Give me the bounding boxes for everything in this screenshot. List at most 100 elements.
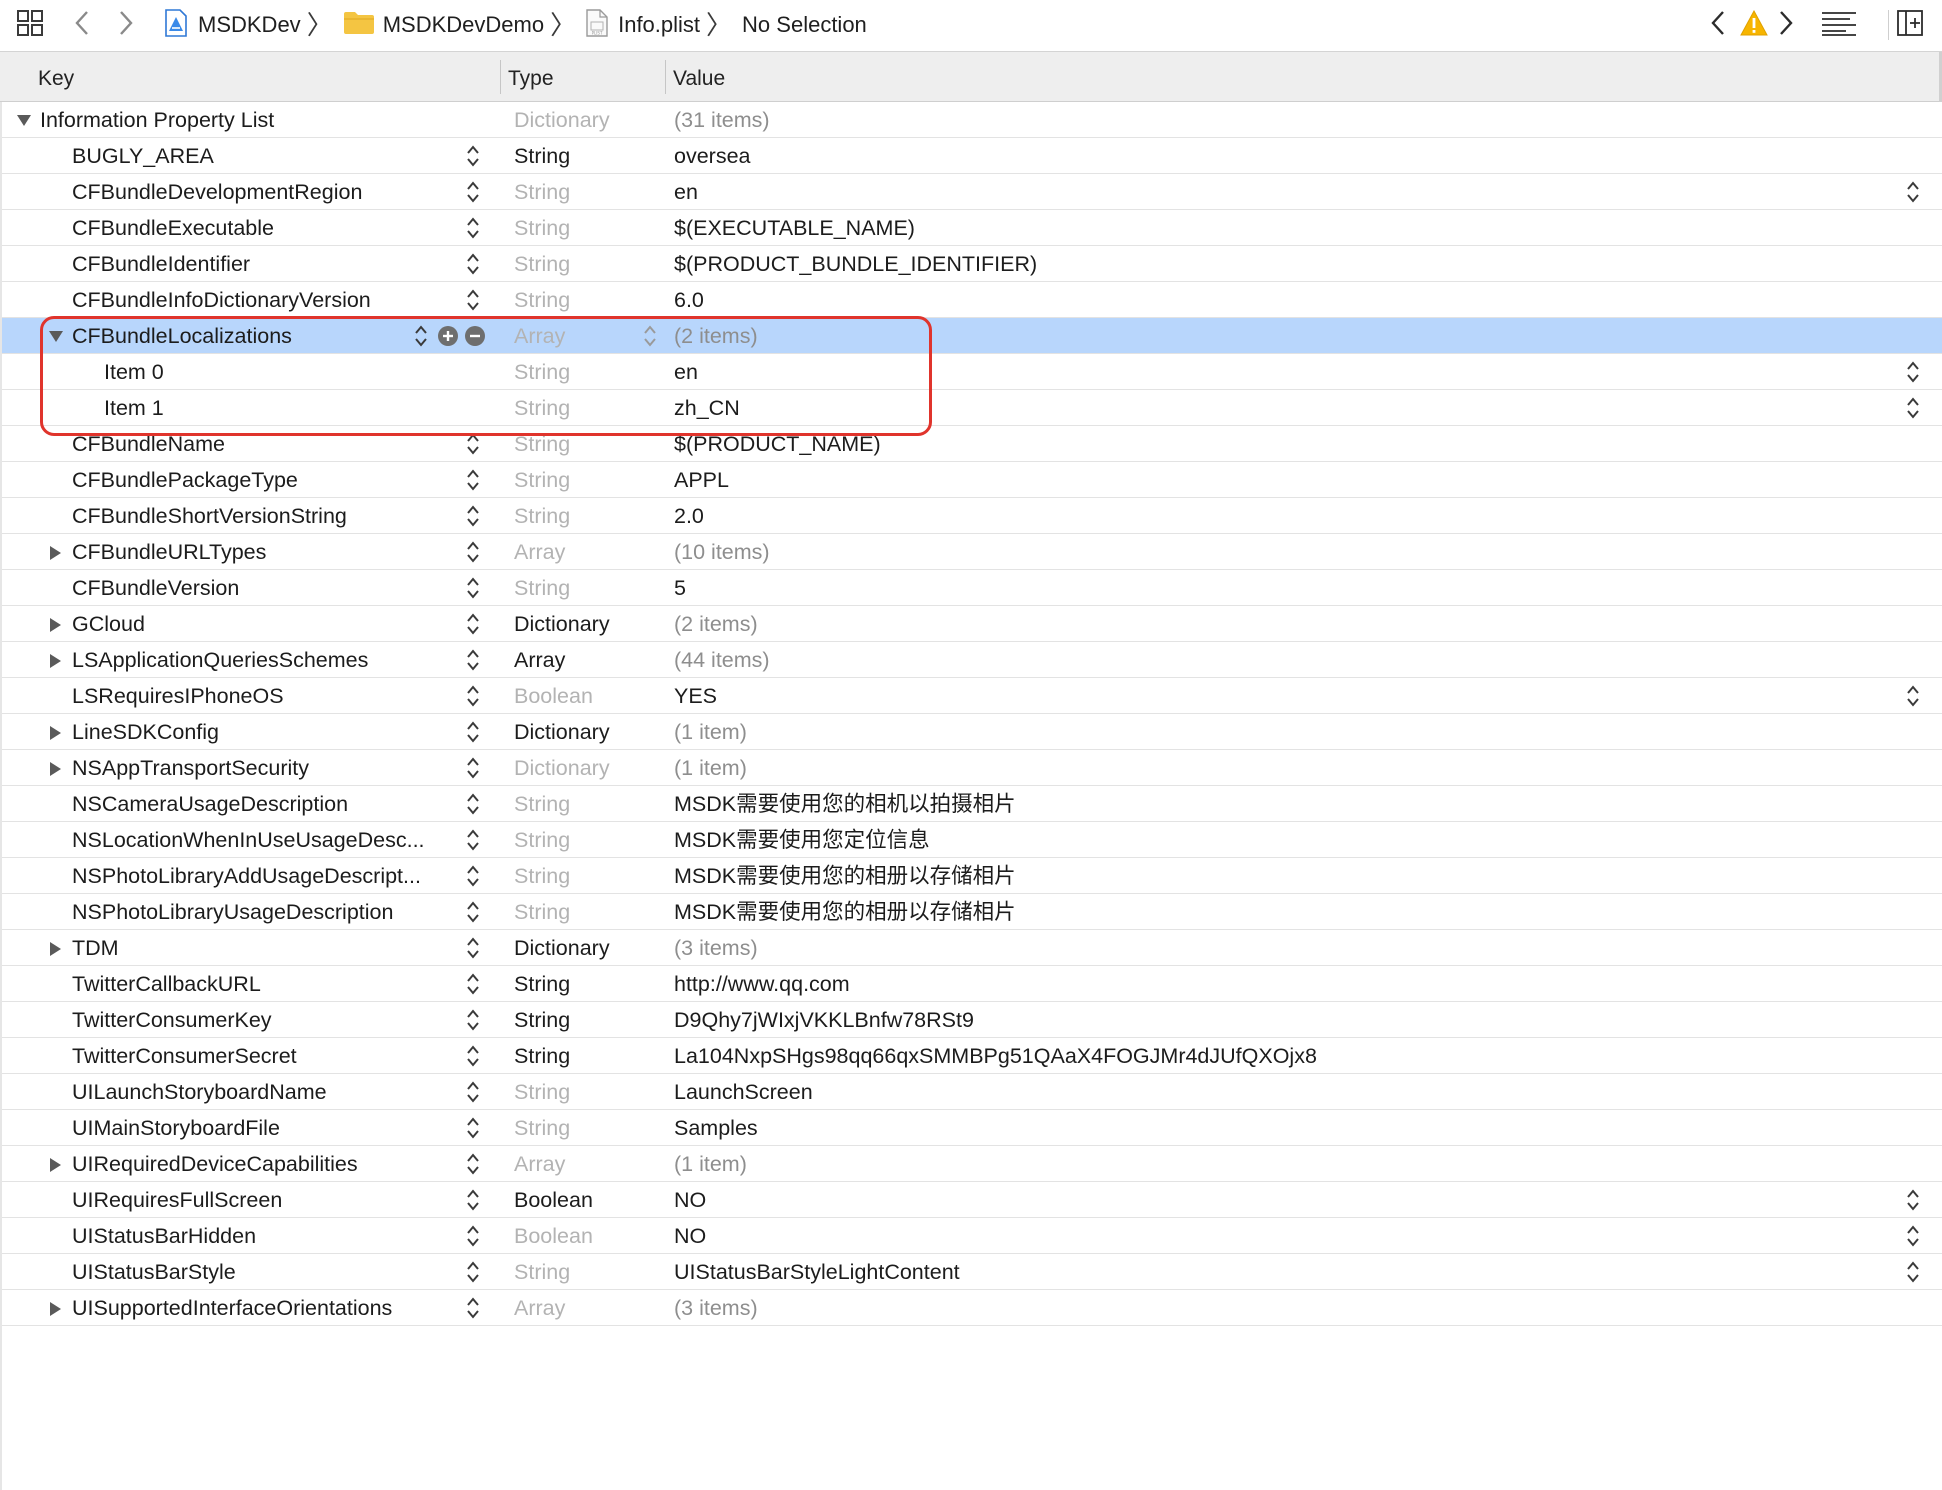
row-key[interactable]: CFBundleVersion — [72, 570, 462, 606]
plist-row[interactable]: TwitterCallbackURL String http://www.qq.co… — [0, 966, 1942, 1002]
row-type[interactable]: String — [514, 1002, 654, 1038]
value-stepper-icon[interactable] — [1906, 1223, 1920, 1249]
add-editor-button[interactable] — [1896, 0, 1924, 50]
row-type[interactable]: String — [514, 894, 654, 930]
row-type[interactable]: String — [514, 822, 654, 858]
plist-row[interactable]: CFBundleExecutable String $(EXECUTABLE_NAM… — [0, 210, 1942, 246]
next-issue-button[interactable] — [1778, 0, 1794, 50]
row-value[interactable]: La104NxpSHgs98qq66qxSMMBPg51QAaX4FOGJMr4… — [674, 1038, 1894, 1074]
row-key[interactable]: CFBundlePackageType — [72, 462, 462, 498]
row-type[interactable]: String — [514, 246, 654, 282]
row-key[interactable]: Item 1 — [104, 390, 494, 426]
key-stepper-icon[interactable] — [466, 755, 480, 781]
plist-row[interactable]: LSRequiresIPhoneOS Boolean YES — [0, 678, 1942, 714]
key-stepper-icon[interactable] — [466, 1079, 480, 1105]
key-stepper-icon[interactable] — [466, 539, 480, 565]
disclosure-closed-icon[interactable] — [48, 1290, 62, 1326]
key-stepper-icon[interactable] — [466, 1295, 480, 1321]
value-stepper-icon[interactable] — [1906, 179, 1920, 205]
row-value[interactable]: NO — [674, 1182, 1894, 1218]
remove-item-button[interactable] — [465, 326, 485, 346]
plist-row[interactable]: NSAppTransportSecurity Dictionary (1 item) — [0, 750, 1942, 786]
row-value[interactable]: (2 items) — [674, 318, 1894, 354]
row-value[interactable]: 2.0 — [674, 498, 1894, 534]
plist-row[interactable]: UIStatusBarStyle String UIStatusBarStyleLi… — [0, 1254, 1942, 1290]
key-stepper-icon[interactable] — [466, 899, 480, 925]
plist-row[interactable]: GCloud Dictionary (2 items) — [0, 606, 1942, 642]
column-header-key[interactable]: Key — [38, 52, 74, 102]
key-stepper-icon[interactable] — [466, 287, 480, 313]
disclosure-closed-icon[interactable] — [48, 534, 62, 570]
row-key[interactable]: CFBundleName — [72, 426, 462, 462]
column-header-type[interactable]: Type — [508, 52, 554, 102]
row-value[interactable]: (1 item) — [674, 750, 1894, 786]
row-type[interactable]: String — [514, 282, 654, 318]
disclosure-closed-icon[interactable] — [48, 606, 62, 642]
row-key[interactable]: NSPhotoLibraryAddUsageDescript... — [72, 858, 462, 894]
key-stepper-icon[interactable] — [466, 611, 480, 637]
back-button[interactable] — [74, 0, 90, 50]
row-key[interactable]: TDM — [72, 930, 462, 966]
row-key[interactable]: TwitterCallbackURL — [72, 966, 462, 1002]
row-type[interactable]: Boolean — [514, 678, 654, 714]
row-key[interactable]: LSApplicationQueriesSchemes — [72, 642, 462, 678]
row-value[interactable]: (2 items) — [674, 606, 1894, 642]
row-key[interactable]: CFBundleInfoDictionaryVersion — [72, 282, 462, 318]
row-key[interactable]: CFBundleExecutable — [72, 210, 462, 246]
disclosure-closed-icon[interactable] — [48, 930, 62, 966]
disclosure-closed-icon[interactable] — [48, 714, 62, 750]
row-key[interactable]: UIRequiredDeviceCapabilities — [72, 1146, 462, 1182]
row-value[interactable]: D9Qhy7jWIxjVKKLBnfw78RSt9 — [674, 1002, 1894, 1038]
plist-row[interactable]: UIStatusBarHidden Boolean NO — [0, 1218, 1942, 1254]
row-type[interactable]: Array — [514, 318, 654, 354]
key-stepper-icon[interactable] — [466, 431, 480, 457]
row-value[interactable]: 6.0 — [674, 282, 1894, 318]
row-type[interactable]: String — [514, 210, 654, 246]
row-value[interactable]: (1 item) — [674, 714, 1894, 750]
plist-row[interactable]: BUGLY_AREA String oversea — [0, 138, 1942, 174]
plist-row[interactable]: Item 1 String zh_CN — [0, 390, 1942, 426]
row-key[interactable]: NSLocationWhenInUseUsageDesc... — [72, 822, 462, 858]
key-stepper-icon[interactable] — [466, 1007, 480, 1033]
row-type[interactable]: Array — [514, 1146, 654, 1182]
value-stepper-icon[interactable] — [1906, 1259, 1920, 1285]
key-stepper-icon[interactable] — [466, 971, 480, 997]
row-type[interactable]: String — [514, 1074, 654, 1110]
value-stepper-icon[interactable] — [1906, 1187, 1920, 1213]
plist-row[interactable]: NSPhotoLibraryAddUsageDescript... String M… — [0, 858, 1942, 894]
row-type[interactable]: String — [514, 1254, 654, 1290]
row-key[interactable]: TwitterConsumerSecret — [72, 1038, 462, 1074]
row-key[interactable]: NSAppTransportSecurity — [72, 750, 462, 786]
value-stepper-icon[interactable] — [1906, 395, 1920, 421]
key-stepper-icon[interactable] — [414, 323, 428, 349]
plist-row[interactable]: CFBundleLocalizations Array (2 items) — [0, 318, 1942, 354]
value-stepper-icon[interactable] — [1906, 359, 1920, 385]
previous-issue-button[interactable] — [1710, 0, 1726, 50]
key-stepper-icon[interactable] — [466, 683, 480, 709]
row-value[interactable]: NO — [674, 1218, 1894, 1254]
row-value[interactable]: MSDK需要使用您的相机以拍摄相片 — [674, 786, 1894, 822]
plist-row[interactable]: NSCameraUsageDescription String MSDK需要使用您的… — [0, 786, 1942, 822]
disclosure-closed-icon[interactable] — [48, 1146, 62, 1182]
row-value[interactable]: zh_CN — [674, 390, 1894, 426]
key-stepper-icon[interactable] — [466, 1187, 480, 1213]
plist-row[interactable]: TwitterConsumerSecret String La104NxpSHgs9… — [0, 1038, 1942, 1074]
key-stepper-icon[interactable] — [466, 251, 480, 277]
column-divider[interactable] — [500, 60, 501, 94]
key-stepper-icon[interactable] — [466, 215, 480, 241]
row-type[interactable]: String — [514, 570, 654, 606]
disclosure-closed-icon[interactable] — [48, 642, 62, 678]
plist-row[interactable]: TDM Dictionary (3 items) — [0, 930, 1942, 966]
disclosure-open-icon[interactable] — [16, 102, 32, 138]
row-key[interactable]: LineSDKConfig — [72, 714, 462, 750]
plist-row[interactable]: CFBundleIdentifier String $(PRODUCT_BUNDLE… — [0, 246, 1942, 282]
plist-row[interactable]: LSApplicationQueriesSchemes Array (44 item… — [0, 642, 1942, 678]
row-value[interactable]: en — [674, 354, 1894, 390]
row-type[interactable]: String — [514, 462, 654, 498]
row-type[interactable]: Dictionary — [514, 750, 654, 786]
key-stepper-icon[interactable] — [466, 791, 480, 817]
plist-row[interactable]: CFBundleShortVersionString String 2.0 — [0, 498, 1942, 534]
row-key[interactable]: CFBundleIdentifier — [72, 246, 462, 282]
plist-row[interactable]: CFBundlePackageType String APPL — [0, 462, 1942, 498]
row-type[interactable]: Array — [514, 1290, 654, 1326]
